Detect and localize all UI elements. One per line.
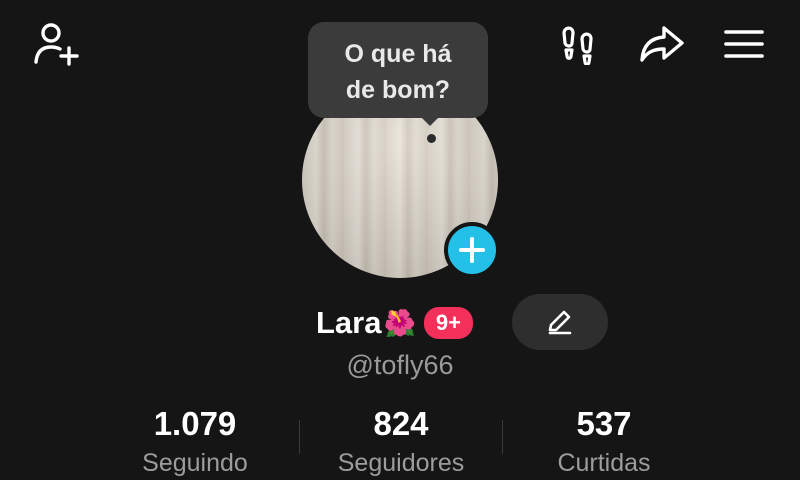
- profile-handle: @tofly66: [346, 350, 454, 380]
- person-add-icon: [34, 23, 79, 66]
- likes-label: Curtidas: [557, 449, 651, 477]
- followers-count: 824: [373, 405, 429, 442]
- avatar-detail-dot: [427, 134, 436, 143]
- following-label: Seguindo: [142, 449, 248, 477]
- add-avatar-button[interactable]: [444, 222, 500, 278]
- following-stat[interactable]: 1.079 Seguindo: [105, 404, 285, 480]
- followers-label: Seguidores: [337, 449, 465, 477]
- footprints-icon: [562, 26, 593, 65]
- menu-button[interactable]: [720, 24, 768, 64]
- bubble-line-1: O que há: [344, 40, 452, 68]
- followers-stat[interactable]: 824 Seguidores: [311, 404, 491, 480]
- likes-stat[interactable]: 537 Curtidas: [514, 404, 694, 480]
- bubble-line-2: de bom?: [345, 76, 451, 104]
- pencil-icon: [548, 310, 572, 335]
- status-bubble[interactable]: O que há de bom?: [308, 22, 488, 118]
- bubble-tail: [420, 116, 440, 126]
- profile-views-button[interactable]: [556, 22, 604, 66]
- profile-name-row: Lara 🌺 9+: [316, 300, 473, 346]
- plus-icon: [459, 237, 485, 263]
- hibiscus-emoji: 🌺: [383, 308, 416, 338]
- share-button[interactable]: [636, 22, 688, 66]
- following-count: 1.079: [153, 405, 237, 442]
- stat-divider: [502, 420, 503, 454]
- hamburger-menu-icon: [724, 30, 764, 58]
- notification-badge[interactable]: 9+: [423, 307, 473, 339]
- share-arrow-icon: [640, 26, 684, 62]
- add-friend-button[interactable]: [28, 18, 84, 68]
- likes-count: 537: [576, 405, 632, 442]
- stat-divider: [299, 420, 300, 454]
- profile-name: Lara: [316, 305, 382, 340]
- edit-profile-button[interactable]: [512, 294, 608, 350]
